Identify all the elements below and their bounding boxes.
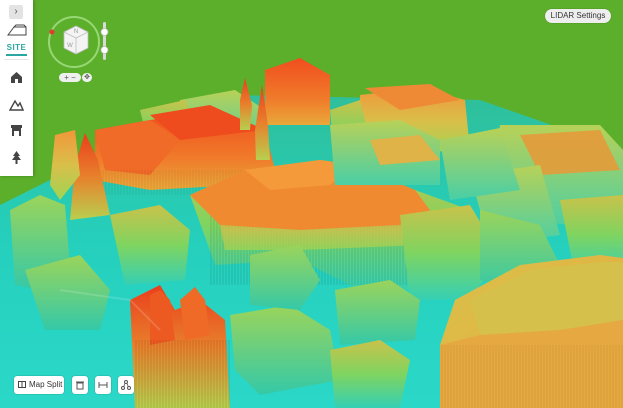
tab-site[interactable]: SITE [0,43,33,52]
share-button[interactable] [118,376,134,394]
collapse-panel-button[interactable]: › [9,5,23,19]
cube-face-north: N [74,29,78,35]
panel-divider [4,59,29,60]
share-icon [121,380,131,390]
delete-icon [76,381,84,390]
measure-button[interactable] [95,376,111,394]
tree-icon[interactable] [9,150,24,165]
map-split-label: Map Split [29,380,63,389]
ruler-icon [98,382,108,388]
terrain-icon[interactable] [9,97,24,112]
site-side-panel: › SITE [0,0,33,176]
cube-face-west: W [67,43,73,49]
tilt-slider-handle[interactable] [100,28,109,36]
north-indicator-icon [49,29,55,35]
map-split-button[interactable]: Map Split [14,376,64,394]
building-icon[interactable] [9,123,24,138]
map-split-icon [18,381,26,388]
home-icon[interactable] [9,70,24,85]
delete-button[interactable] [72,376,88,394]
pan-icon[interactable]: ✥ [82,73,92,82]
chevron-right-icon: › [14,6,18,17]
active-tab-indicator [6,54,27,56]
tilt-slider-track[interactable] [103,22,106,60]
tilt-slider-handle-lower[interactable] [100,46,109,54]
zoom-button[interactable]: + − [59,73,81,82]
lidar-settings-button[interactable]: LIDAR Settings [545,9,611,23]
site-icon [7,24,27,36]
